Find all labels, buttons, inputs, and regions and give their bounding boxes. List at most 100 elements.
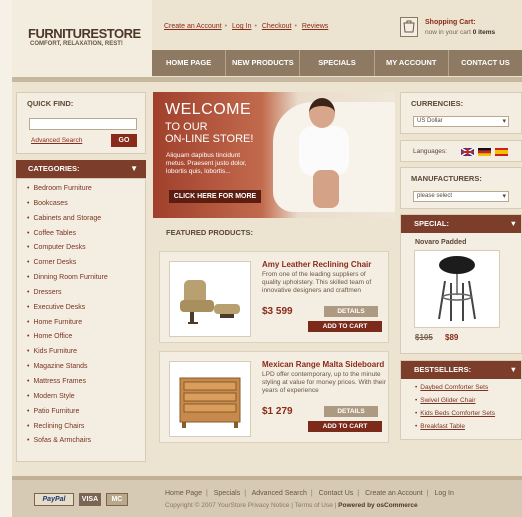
chevron-down-icon[interactable]: ▼ xyxy=(510,215,517,233)
currencies-box: CURRENCIES: US Dollar xyxy=(400,92,522,134)
product-card: Mexican Range Malta Sideboard LPD offer … xyxy=(159,351,389,443)
center-column: WELCOME TO OUR ON-LINE STORE! Aliquam dap… xyxy=(153,92,395,443)
bestsellers-title: BESTSELLERS: xyxy=(414,365,472,374)
category-item[interactable]: Dressers xyxy=(27,289,145,304)
cart-title: Shopping Cart: xyxy=(425,19,476,26)
category-list: Bedroom Furniture Bookcases Cabinets and… xyxy=(16,178,146,463)
bestseller-item[interactable]: Swivel Glider Chair xyxy=(415,397,521,410)
mastercard-logo: MC xyxy=(105,493,128,506)
right-column: CURRENCIES: US Dollar Languages: MANUFAC… xyxy=(400,92,522,440)
product-price: $3 599 xyxy=(262,306,293,317)
footer-link-specials[interactable]: Specials xyxy=(214,490,240,497)
reviews-link[interactable]: Reviews xyxy=(302,23,328,30)
manufacturers-box: MANUFACTURERS: please select xyxy=(400,167,522,209)
special-box: SPECIAL: ▼ Novaro Padded $105 $89 xyxy=(400,214,522,354)
category-item[interactable]: Sofas & Armchairs xyxy=(27,437,145,452)
special-header: SPECIAL: ▼ xyxy=(401,215,521,233)
store-logo[interactable]: FURNITURESTORE xyxy=(28,26,141,41)
special-old-price: $105 xyxy=(415,333,433,342)
category-item[interactable]: Modern Style xyxy=(27,393,145,408)
nav-new-products[interactable]: NEW PRODUCTS xyxy=(226,50,301,76)
special-product-image[interactable] xyxy=(414,250,500,328)
footer-link-contact[interactable]: Contact Us xyxy=(319,490,354,497)
categories-header: CATEGORIES: ▼ xyxy=(16,160,146,178)
languages-box: Languages: xyxy=(400,140,522,162)
special-title: SPECIAL: xyxy=(414,219,450,228)
category-item[interactable]: Home Furniture xyxy=(27,319,145,334)
category-item[interactable]: Computer Desks xyxy=(27,244,145,259)
product-desc: LPD offer contemporary, up to the minute… xyxy=(262,371,386,394)
category-item[interactable]: Home Office xyxy=(27,333,145,348)
add-to-cart-button[interactable]: ADD TO CART xyxy=(308,321,382,332)
welcome-banner[interactable]: WELCOME TO OUR ON-LINE STORE! Aliquam dap… xyxy=(153,92,395,218)
category-item[interactable]: Cabinets and Storage xyxy=(27,215,145,230)
languages-label: Languages: xyxy=(413,148,447,155)
go-button[interactable]: GO xyxy=(111,134,137,147)
nav-home[interactable]: HOME PAGE xyxy=(152,50,227,76)
category-item[interactable]: Magazine Stands xyxy=(27,363,145,378)
cart-count: 0 items xyxy=(472,29,496,36)
category-item[interactable]: Coffee Tables xyxy=(27,230,145,245)
category-item[interactable]: Corner Desks xyxy=(27,259,145,274)
add-to-cart-button[interactable]: ADD TO CART xyxy=(308,421,382,432)
chevron-down-icon[interactable]: ▼ xyxy=(510,361,517,379)
click-here-button[interactable]: CLICK HERE FOR MORE xyxy=(169,190,261,203)
category-item[interactable]: Kids Furniture xyxy=(27,348,145,363)
flag-spain-icon[interactable] xyxy=(495,148,508,156)
details-button[interactable]: DETAILS xyxy=(324,406,378,417)
currency-select[interactable]: US Dollar xyxy=(413,116,509,127)
featured-title: FEATURED PRODUCTS: xyxy=(166,228,253,237)
quick-find-input[interactable] xyxy=(29,118,137,130)
logo-area: FURNITURESTORE COMFORT, RELAXATION, REST… xyxy=(12,0,152,78)
chevron-down-icon[interactable]: ▼ xyxy=(130,160,138,178)
create-account-link[interactable]: Create an Account xyxy=(164,23,222,30)
bestsellers-list: Daybed Comforter Sets Swivel Glider Chai… xyxy=(401,379,521,442)
bestsellers-box: BESTSELLERS: ▼ Daybed Comforter Sets Swi… xyxy=(400,360,522,440)
footer-link-login[interactable]: Log In xyxy=(434,490,453,497)
bestseller-item[interactable]: Kids Beds Comforter Sets xyxy=(415,410,521,423)
banner-headline: TO OUR ON-LINE STORE! xyxy=(165,121,254,145)
special-product-name[interactable]: Novaro Padded xyxy=(415,239,466,246)
shopping-cart[interactable]: Shopping Cart: now in your cart 0 items xyxy=(398,17,522,39)
cart-icon[interactable] xyxy=(400,17,418,37)
details-button[interactable]: DETAILS xyxy=(324,306,378,317)
product-image-sideboard[interactable] xyxy=(169,361,251,437)
category-item[interactable]: Executive Desks xyxy=(27,304,145,319)
login-link[interactable]: Log In xyxy=(232,23,251,30)
category-item[interactable]: Bookcases xyxy=(27,200,145,215)
footer-link-create-account[interactable]: Create an Account xyxy=(365,490,423,497)
cart-status: now in your cart 0 items xyxy=(425,29,496,36)
footer-link-advanced-search[interactable]: Advanced Search xyxy=(252,490,307,497)
visa-logo: VISA xyxy=(78,493,101,506)
page: FURNITURESTORE COMFORT, RELAXATION, REST… xyxy=(12,0,522,517)
advanced-search-link[interactable]: Advanced Search xyxy=(31,137,82,144)
banner-person-image xyxy=(299,126,349,176)
nav-my-account[interactable]: MY ACCOUNT xyxy=(375,50,449,76)
banner-welcome: WELCOME xyxy=(165,101,252,118)
manufacturer-select[interactable]: please select xyxy=(413,191,509,202)
category-item[interactable]: Reclining Chairs xyxy=(27,423,145,438)
powered-by[interactable]: Powered by osCommerce xyxy=(338,502,417,509)
footer-link-home[interactable]: Home Page xyxy=(165,490,202,497)
product-card: Amy Leather Reclining Chair From one of … xyxy=(159,251,389,343)
category-item[interactable]: Mattress Frames xyxy=(27,378,145,393)
product-image-chair[interactable] xyxy=(169,261,251,337)
checkout-link[interactable]: Checkout xyxy=(262,23,292,30)
bestseller-item[interactable]: Daybed Comforter Sets xyxy=(415,384,521,397)
category-item[interactable]: Dinning Room Furniture xyxy=(27,274,145,289)
product-name[interactable]: Mexican Range Malta Sideboard xyxy=(262,360,384,369)
bestseller-item[interactable]: Breakfast Table xyxy=(415,423,521,436)
flag-germany-icon[interactable] xyxy=(478,148,491,156)
flag-uk-icon[interactable] xyxy=(461,148,474,156)
top-links: Create an Account • Log In • Checkout • Rev… xyxy=(164,23,329,30)
product-name[interactable]: Amy Leather Reclining Chair xyxy=(262,260,371,269)
nav-specials[interactable]: SPECIALS xyxy=(300,50,375,76)
bestsellers-header: BESTSELLERS: ▼ xyxy=(401,361,521,379)
banner-text: Aliquam dapibus tincidunt metus. Praesen… xyxy=(166,152,247,175)
paypal-logo: PayPal xyxy=(34,493,74,506)
footer: PayPal VISA MC Home Page | Specials | Adva… xyxy=(12,476,522,517)
category-item[interactable]: Patio Furniture xyxy=(27,408,145,423)
header-divider xyxy=(12,77,522,82)
category-item[interactable]: Bedroom Furniture xyxy=(27,185,145,200)
nav-contact-us[interactable]: CONTACT US xyxy=(449,50,522,76)
